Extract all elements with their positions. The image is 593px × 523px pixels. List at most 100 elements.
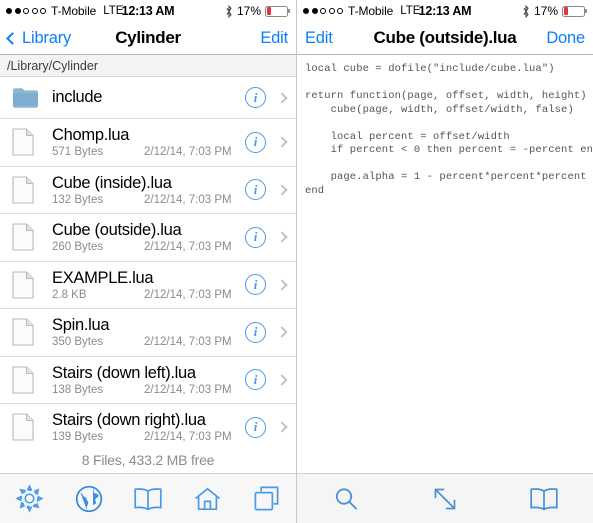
chevron-right-icon [276,421,288,433]
chevron-right-icon [276,374,288,386]
file-name: include [52,88,103,107]
file-size: 260 Bytes [52,241,104,254]
status-bar-left: T-Mobile LTE 12:13 AM 17% [0,0,296,22]
document-icon [12,318,34,346]
bluetooth-icon [523,4,529,18]
file-size: 350 Bytes [52,336,104,349]
document-icon-cell [12,366,50,394]
network-type-label: LTE [103,5,124,17]
battery-icon-2 [562,5,587,17]
row-text-group: Cube (outside).lua 260 Bytes 2/12/14, 7:03… [50,221,245,253]
carrier-label-2: T-Mobile [348,4,394,18]
table-row[interactable]: Stairs (down right).lua 139 Bytes 2/12/14,… [0,404,296,447]
file-size: 132 Bytes [52,193,104,206]
document-icon-cell [12,413,50,441]
row-text-group: Cube (inside).lua 132 Bytes 2/12/14, 7:03 … [50,174,245,206]
file-browser-screen: T-Mobile LTE 12:13 AM 17% Library Cylind… [0,0,297,523]
file-date: 2/12/14, 7:03 PM [144,336,232,349]
dual-screen-container: T-Mobile LTE 12:13 AM 17% Library Cylind… [0,0,593,523]
file-name: Spin.lua [52,316,110,335]
status-bar-left-group-2: T-Mobile LTE [303,4,420,18]
code-content: local cube = dofile("include/cube.lua") … [305,63,593,197]
table-row[interactable]: EXAMPLE.lua 2.8 KB 2/12/14, 7:03 PM i [0,262,296,309]
tab-browser[interactable] [59,474,118,523]
row-text-group: Stairs (down left).lua 138 Bytes 2/12/14, … [50,364,245,396]
file-meta: 139 Bytes 2/12/14, 7:03 PM [52,431,245,443]
tab-library[interactable] [118,474,177,523]
file-size: 138 Bytes [52,383,104,396]
table-row[interactable]: include i [0,77,296,119]
info-button[interactable]: i [245,226,266,248]
battery-percent-label-2: 17% [533,4,558,18]
done-button[interactable]: Done [546,29,585,48]
tab-home[interactable] [178,474,237,523]
file-meta: 571 Bytes 2/12/14, 7:03 PM [52,146,245,158]
row-text-group: include [50,88,245,107]
tab-search[interactable] [297,474,396,523]
file-size: 571 Bytes [52,146,104,159]
back-to-library-button[interactable]: Library [6,28,72,48]
file-name: EXAMPLE.lua [52,268,154,287]
tab-pages[interactable] [237,474,296,523]
table-row[interactable]: Stairs (down left).lua 138 Bytes 2/12/14, … [0,357,296,404]
info-button[interactable]: i [245,416,266,438]
document-icon-cell [12,271,50,299]
book-icon [134,487,162,510]
folder-icon-cell [12,87,50,108]
file-list[interactable]: include i Chomp.lua 571 Bytes 2/12/14, 7:03 … [0,77,296,447]
network-type-label-2: LTE [400,5,421,17]
info-button[interactable]: i [245,274,266,296]
file-meta: 350 Bytes 2/12/14, 7:03 PM [52,336,245,348]
chevron-right-icon [276,231,288,243]
file-meta: 260 Bytes 2/12/14, 7:03 PM [52,241,245,253]
chevron-left-icon [6,31,19,45]
chevron-right-icon [276,279,288,291]
row-text-group: Chomp.lua 571 Bytes 2/12/14, 7:03 PM [50,126,245,158]
battery-icon [265,5,290,17]
document-icon [12,176,34,204]
row-text-group: EXAMPLE.lua 2.8 KB 2/12/14, 7:03 PM [50,269,245,301]
expand-icon [434,488,456,509]
navigation-bar-left: Library Cylinder Edit [0,22,296,55]
edit-button[interactable]: Edit [260,29,288,48]
folder-icon [13,88,38,108]
info-button[interactable]: i [245,369,266,391]
navigation-bar-right: Edit Cube (outside).lua Done [297,22,593,55]
code-viewer-screen: T-Mobile LTE 12:13 AM 17% Edit Cube (out… [297,0,593,523]
tab-library-right[interactable] [494,474,593,523]
info-button[interactable]: i [245,87,266,108]
tab-settings[interactable] [0,474,59,523]
signal-strength-dots-2 [303,8,343,14]
document-icon-cell [12,223,50,251]
file-name: Chomp.lua [52,126,130,145]
file-size: 139 Bytes [52,431,104,444]
globe-icon [75,485,102,512]
chevron-right-icon [276,184,288,196]
document-icon-cell [12,128,50,156]
file-meta: 132 Bytes 2/12/14, 7:03 PM [52,194,245,206]
file-meta: 138 Bytes 2/12/14, 7:03 PM [52,384,245,396]
file-date: 2/12/14, 7:03 PM [144,241,232,254]
file-date: 2/12/14, 7:03 PM [144,193,232,206]
back-button-label: Library [22,28,72,47]
breadcrumb: /Library/Cylinder [0,55,296,77]
document-icon-cell [12,176,50,204]
code-editor[interactable]: local cube = dofile("include/cube.lua") … [297,55,593,473]
file-date: 2/12/14, 7:03 PM [144,146,232,159]
table-row[interactable]: Chomp.lua 571 Bytes 2/12/14, 7:03 PM i [0,119,296,167]
document-icon [12,413,34,441]
info-button[interactable]: i [245,131,266,153]
status-bar-right: T-Mobile LTE 12:13 AM 17% [297,0,593,22]
pages-icon [254,486,279,511]
info-button[interactable]: i [245,179,266,201]
table-row[interactable]: Cube (inside).lua 132 Bytes 2/12/14, 7:03 … [0,167,296,214]
table-row[interactable]: Cube (outside).lua 260 Bytes 2/12/14, 7:03… [0,214,296,262]
table-row[interactable]: Spin.lua 350 Bytes 2/12/14, 7:03 PM i [0,309,296,357]
info-button[interactable]: i [245,321,266,343]
file-date: 2/12/14, 7:03 PM [144,383,232,396]
edit-code-button[interactable]: Edit [305,29,333,48]
document-icon [12,128,34,156]
file-name: Stairs (down right).lua [52,411,206,430]
bluetooth-icon [226,4,232,18]
tab-expand[interactable] [396,474,495,523]
